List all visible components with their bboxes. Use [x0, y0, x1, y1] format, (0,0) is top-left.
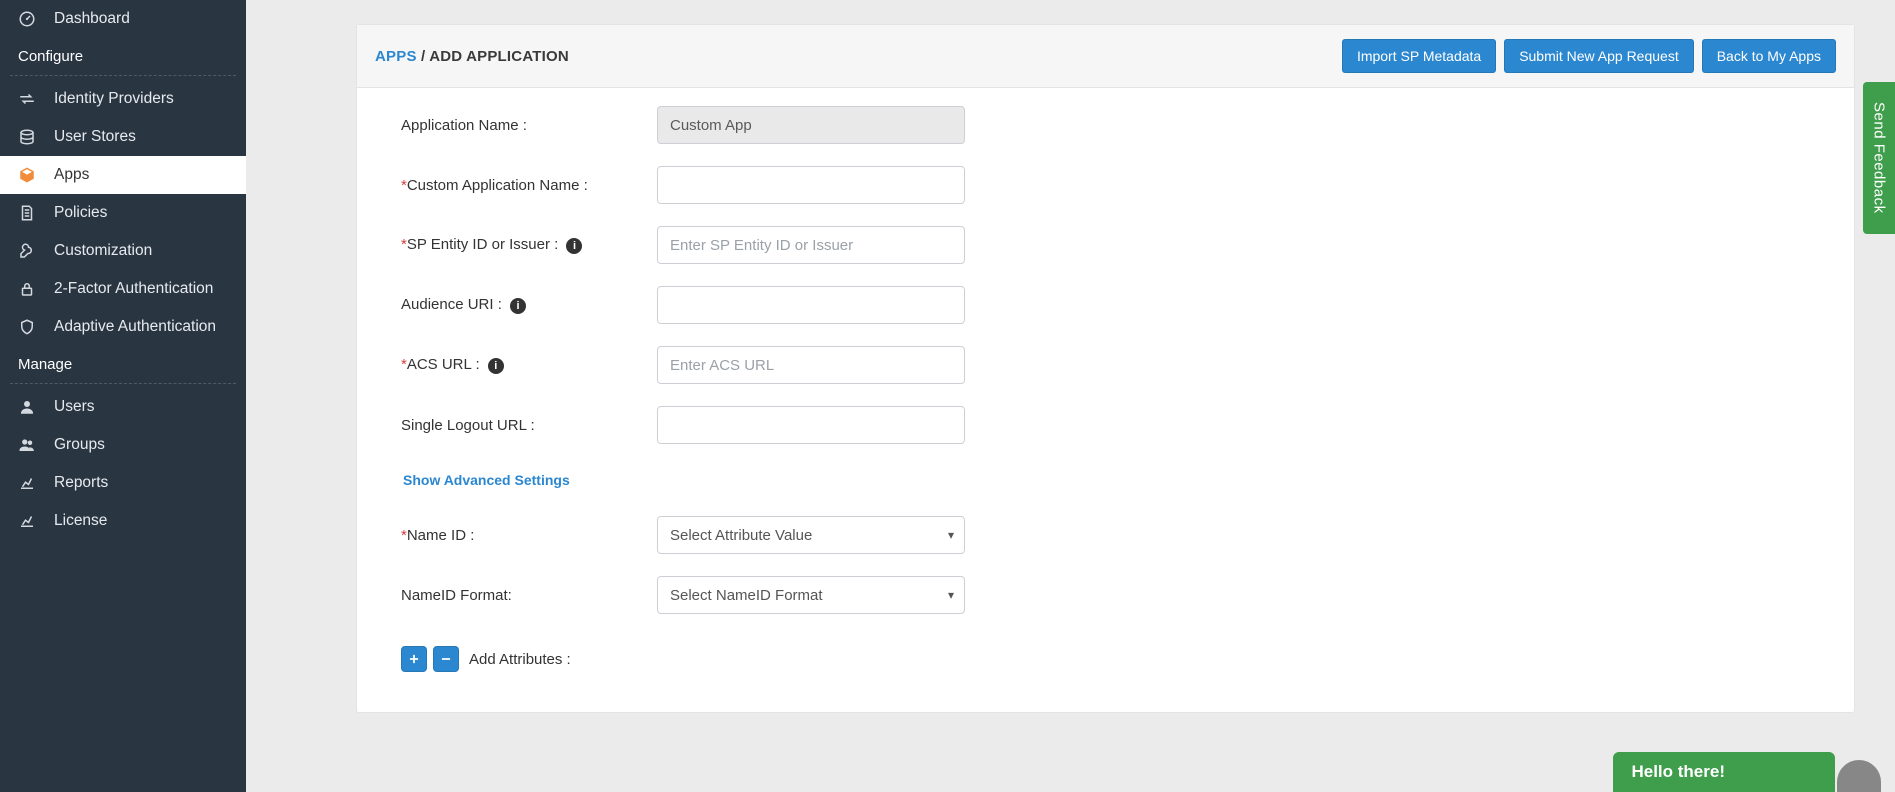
custom-application-name-label: *Custom Application Name :	[401, 177, 657, 194]
sidebar-item-user-stores[interactable]: User Stores	[0, 118, 246, 156]
header-buttons: Import SP Metadata Submit New App Reques…	[1342, 39, 1836, 73]
sidebar-item-adaptive-auth[interactable]: Adaptive Authentication	[0, 308, 246, 346]
acs-url-label: *ACS URL : i	[401, 356, 657, 373]
audience-uri-label: Audience URI : i	[401, 296, 657, 313]
application-name-label: Application Name :	[401, 117, 657, 134]
swap-icon	[16, 90, 38, 108]
sidebar-item-apps[interactable]: Apps	[0, 156, 246, 194]
user-icon	[16, 398, 38, 416]
sidebar-item-label: User Stores	[54, 128, 136, 146]
sidebar-item-policies[interactable]: Policies	[0, 194, 246, 232]
sidebar-section-configure: Configure	[0, 38, 246, 73]
sidebar-item-identity-providers[interactable]: Identity Providers	[0, 80, 246, 118]
application-name-field	[657, 106, 965, 144]
sidebar-item-dashboard[interactable]: Dashboard	[0, 0, 246, 38]
info-icon[interactable]: i	[510, 298, 526, 314]
lock-icon	[16, 280, 38, 298]
sidebar-item-groups[interactable]: Groups	[0, 426, 246, 464]
sidebar-item-label: Reports	[54, 474, 108, 492]
import-sp-metadata-button[interactable]: Import SP Metadata	[1342, 39, 1496, 73]
acs-url-field[interactable]	[657, 346, 965, 384]
database-icon	[16, 128, 38, 146]
nameid-format-label: NameID Format:	[401, 587, 657, 604]
dashboard-icon	[16, 10, 38, 28]
sidebar-item-label: License	[54, 512, 107, 530]
breadcrumb-current: ADD APPLICATION	[429, 48, 569, 65]
breadcrumb-sep: /	[417, 48, 430, 65]
submit-new-app-request-button[interactable]: Submit New App Request	[1504, 39, 1694, 73]
send-feedback-tab[interactable]: Send Feedback	[1863, 82, 1895, 234]
name-id-label: *Name ID :	[401, 527, 657, 544]
shield-icon	[16, 318, 38, 336]
back-to-my-apps-button[interactable]: Back to My Apps	[1702, 39, 1836, 73]
sidebar-item-reports[interactable]: Reports	[0, 464, 246, 502]
sidebar-item-label: Groups	[54, 436, 105, 454]
panel-header: APPS / ADD APPLICATION Import SP Metadat…	[357, 25, 1854, 88]
sidebar-item-label: Customization	[54, 242, 152, 260]
custom-application-name-field[interactable]	[657, 166, 965, 204]
sp-entity-id-field[interactable]	[657, 226, 965, 264]
main-content: APPS / ADD APPLICATION Import SP Metadat…	[246, 0, 1895, 792]
breadcrumb-apps-link[interactable]: APPS	[375, 48, 417, 65]
sidebar-item-label: Dashboard	[54, 10, 130, 28]
add-application-panel: APPS / ADD APPLICATION Import SP Metadat…	[356, 24, 1855, 713]
name-id-select[interactable]: Select Attribute Value	[657, 516, 965, 554]
single-logout-url-label: Single Logout URL :	[401, 417, 657, 434]
single-logout-url-field[interactable]	[657, 406, 965, 444]
breadcrumb: APPS / ADD APPLICATION	[375, 48, 569, 65]
wrench-icon	[16, 242, 38, 260]
sidebar-item-customization[interactable]: Customization	[0, 232, 246, 270]
sidebar-item-label: Users	[54, 398, 94, 416]
audience-uri-field[interactable]	[657, 286, 965, 324]
sidebar-item-users[interactable]: Users	[0, 388, 246, 426]
chat-widget-header[interactable]: Hello there!	[1613, 752, 1835, 792]
sidebar-item-label: Apps	[54, 166, 89, 184]
sidebar-item-license[interactable]: License	[0, 502, 246, 540]
info-icon[interactable]: i	[488, 358, 504, 374]
users-icon	[16, 436, 38, 454]
show-advanced-settings-link[interactable]: Show Advanced Settings	[403, 472, 570, 488]
remove-attribute-button[interactable]	[433, 646, 459, 672]
sp-entity-id-label: *SP Entity ID or Issuer : i	[401, 236, 657, 253]
chart-icon	[16, 474, 38, 492]
cube-icon	[16, 166, 38, 184]
sidebar-section-manage: Manage	[0, 346, 246, 381]
document-icon	[16, 204, 38, 222]
add-attribute-button[interactable]	[401, 646, 427, 672]
sidebar-item-label: 2-Factor Authentication	[54, 280, 213, 298]
panel-body: Application Name : *Custom Application N…	[357, 88, 1854, 712]
sidebar-item-2fa[interactable]: 2-Factor Authentication	[0, 270, 246, 308]
sidebar: Dashboard Configure Identity Providers U…	[0, 0, 246, 792]
sidebar-item-label: Adaptive Authentication	[54, 318, 216, 336]
add-attributes-label: Add Attributes :	[469, 651, 571, 668]
info-icon[interactable]: i	[566, 238, 582, 254]
sidebar-item-label: Identity Providers	[54, 90, 174, 108]
nameid-format-select[interactable]: Select NameID Format	[657, 576, 965, 614]
sidebar-item-label: Policies	[54, 204, 107, 222]
chart-icon	[16, 512, 38, 530]
